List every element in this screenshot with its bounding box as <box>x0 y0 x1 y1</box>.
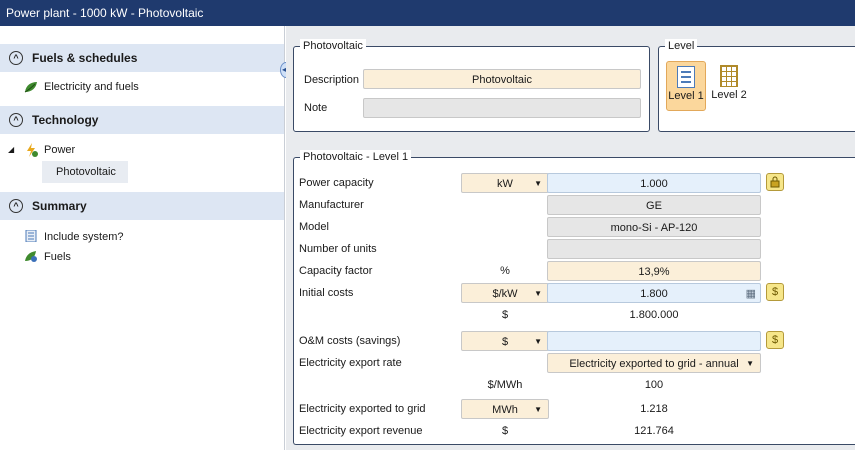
section-fuels-schedules[interactable]: ^ Fuels & schedules <box>0 44 284 72</box>
collapse-icon[interactable]: ^ <box>9 51 23 65</box>
sidebar-item-label: Include system? <box>44 231 124 243</box>
capacity-factor-unit: % <box>500 265 510 277</box>
section-label: Fuels & schedules <box>32 51 138 65</box>
capacity-factor-label: Capacity factor <box>299 265 373 277</box>
calculator-icon[interactable]: ▦ <box>746 284 756 304</box>
export-rate-unit: $/MWh <box>487 379 523 391</box>
number-of-units-field[interactable] <box>547 239 761 259</box>
export-revenue-unit: $ <box>501 425 509 437</box>
group-title: Photovoltaic - Level 1 <box>300 150 412 164</box>
select-value: kW <box>497 178 513 190</box>
section-summary[interactable]: ^ Summary <box>0 192 284 220</box>
exported-to-grid-unit-select[interactable]: MWh ▼ <box>461 399 549 419</box>
model-field[interactable]: mono-Si - AP-120 <box>547 217 761 237</box>
chevron-down-icon: ▼ <box>534 405 542 414</box>
grid-icon <box>720 65 738 87</box>
initial-costs-label: Initial costs <box>299 287 354 299</box>
select-value: Electricity exported to grid - annual <box>569 358 739 370</box>
description-label: Description <box>304 74 360 86</box>
sidebar-item-label: Fuels <box>44 251 71 263</box>
level-1-button[interactable]: Level 1 <box>666 61 706 111</box>
window-title: Power plant - 1000 kW - Photovoltaic <box>0 0 855 26</box>
initial-costs-total: 1.800.000 <box>629 309 679 321</box>
navigation-panel: ^ Fuels & schedules Electricity and fuel… <box>0 26 285 450</box>
number-of-units-label: Number of units <box>299 243 377 255</box>
exported-to-grid-value: 1.218 <box>640 403 668 415</box>
note-label: Note <box>304 102 328 114</box>
select-value: $/kW <box>492 288 518 300</box>
select-value: $ <box>501 336 509 348</box>
level-2-label: Level 2 <box>711 89 747 101</box>
initial-costs-total-unit: $ <box>501 309 509 321</box>
export-revenue-label: Electricity export revenue <box>299 425 423 437</box>
section-label: Technology <box>32 113 99 127</box>
photovoltaic-group: Photovoltaic Description Photovoltaic No… <box>293 39 650 132</box>
leaf-icon <box>24 82 37 93</box>
description-field[interactable]: Photovoltaic <box>363 69 641 89</box>
lock-icon[interactable] <box>766 173 784 191</box>
om-costs-unit-select[interactable]: $ ▼ <box>461 331 549 351</box>
chevron-down-icon: ▼ <box>746 359 754 368</box>
capacity-factor-field[interactable]: 13,9% <box>547 261 761 281</box>
document-icon <box>25 230 37 242</box>
sidebar-item-photovoltaic[interactable]: Photovoltaic <box>42 161 128 183</box>
details-panel: Photovoltaic Description Photovoltaic No… <box>286 26 855 450</box>
dollar-icon[interactable]: $ <box>766 331 784 349</box>
om-costs-label: O&M costs (savings) <box>299 335 401 347</box>
initial-costs-input[interactable]: 1.800 ▦ <box>547 283 761 303</box>
level-2-button[interactable]: Level 2 <box>709 61 749 111</box>
level-1-label: Level 1 <box>668 90 704 102</box>
tree-expander-icon[interactable]: ◢ <box>8 143 14 157</box>
exported-to-grid-label: Electricity exported to grid <box>299 403 426 415</box>
level-group: Level Level 1 Level 2 <box>658 39 855 132</box>
input-value: 1.800 <box>640 288 668 300</box>
power-capacity-input[interactable]: 1.000 <box>547 173 761 193</box>
power-icon <box>27 143 38 157</box>
chevron-down-icon: ▼ <box>534 179 542 188</box>
export-revenue-value: 121.764 <box>634 425 674 437</box>
collapse-icon[interactable]: ^ <box>9 113 23 127</box>
export-rate-label: Electricity export rate <box>299 357 402 369</box>
manufacturer-label: Manufacturer <box>299 199 364 211</box>
manufacturer-field[interactable]: GE <box>547 195 761 215</box>
initial-costs-unit-select[interactable]: $/kW ▼ <box>461 283 549 303</box>
export-rate-select[interactable]: Electricity exported to grid - annual ▼ <box>547 353 761 373</box>
section-technology[interactable]: ^ Technology <box>0 106 284 134</box>
sidebar-item-label: Photovoltaic <box>56 166 116 178</box>
sidebar-item-label: Power <box>44 144 76 156</box>
collapse-icon[interactable]: ^ <box>9 199 23 213</box>
power-capacity-label: Power capacity <box>299 177 374 189</box>
section-label: Summary <box>32 199 87 213</box>
group-title: Level <box>665 39 698 53</box>
select-value: MWh <box>492 404 518 416</box>
note-field[interactable] <box>363 98 641 118</box>
power-capacity-unit-select[interactable]: kW ▼ <box>461 173 549 193</box>
export-rate-value: 100 <box>644 379 664 391</box>
group-title: Photovoltaic <box>300 39 366 53</box>
document-lines-icon <box>677 66 695 88</box>
chevron-down-icon: ▼ <box>534 289 542 298</box>
model-label: Model <box>299 221 329 233</box>
om-costs-input[interactable] <box>547 331 761 351</box>
chevron-down-icon: ▼ <box>534 337 542 346</box>
level-1-group: Photovoltaic - Level 1 Power capacity kW… <box>293 150 855 445</box>
fuels-icon <box>25 251 37 262</box>
dollar-icon[interactable]: $ <box>766 283 784 301</box>
sidebar-item-label: Electricity and fuels <box>44 81 139 93</box>
